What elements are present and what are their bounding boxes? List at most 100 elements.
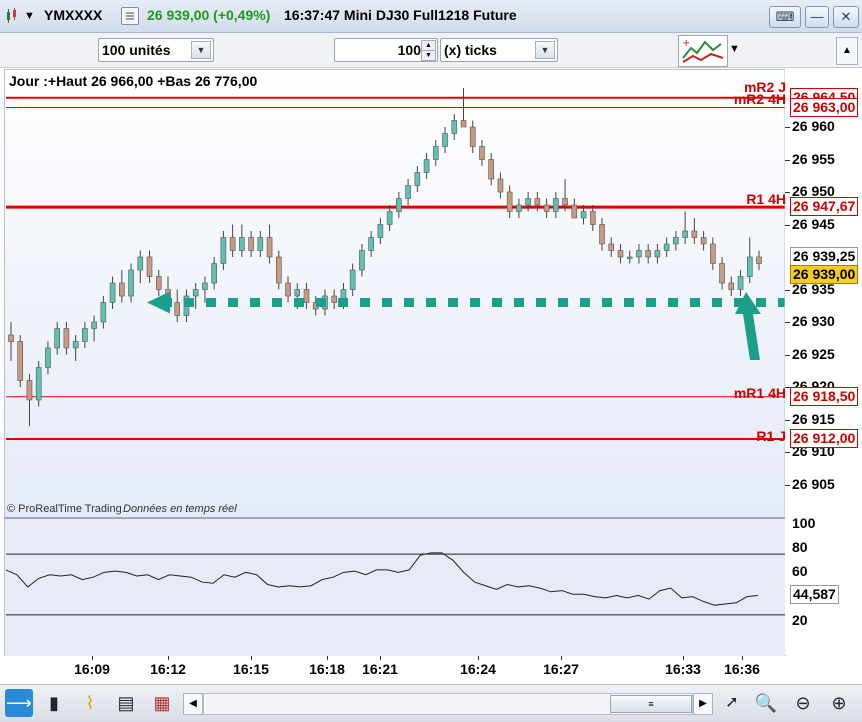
candle-body [451,120,458,134]
candle-body [432,146,439,160]
time-tick-label: 16:09 [74,661,110,677]
time-tick-mark [742,656,743,660]
candle-body [26,380,33,401]
time-axis[interactable]: 16:09 16:12 16:15 16:18 16:21 16:24 16:27 16:33… [0,656,862,684]
candle-body [553,198,559,212]
level-name-label: mR2 4H [733,91,786,107]
candle-body [608,243,615,251]
time-tick-mark [683,656,684,660]
candle-body [294,289,301,297]
time-tick-mark [478,656,479,660]
price-tick-mark [785,289,790,291]
candle-body [285,282,291,297]
table-icon[interactable]: ▦ [148,689,176,717]
level-name-label: R1 J [756,428,786,444]
level-value-box: 26 963,00 [790,97,859,117]
candle-body [303,289,310,303]
zoom-fit-icon[interactable]: 🔍 [752,689,780,717]
time-tick-label: 16:12 [150,661,186,677]
time-tick-mark [327,656,328,660]
level-value-box: 26 912,00 [790,429,859,448]
candle-body [506,191,513,212]
candle-body [119,282,125,297]
candle-body [45,347,51,368]
draw-tools-icon[interactable]: ⌇ [76,689,104,717]
candle-body [211,263,217,284]
candle-body [423,159,430,173]
zoom-range-icon[interactable]: ➚ [718,689,746,717]
candle-body [109,282,116,303]
time-tick-label: 16:27 [543,661,579,677]
candle-body [414,172,421,186]
scroll-right-icon[interactable]: ▶ [693,693,713,715]
candle-body [469,126,476,147]
candle-body [63,328,70,349]
time-tick-label: 16:36 [724,661,760,677]
candle-body [368,237,374,251]
candle-body [516,204,522,212]
candle-body [479,146,485,160]
candle-body [580,211,587,219]
zoom-in-icon[interactable]: ⊕ [825,689,853,717]
oscillator-tick-label: 80 [792,539,808,555]
oscillator-value-box: 44,587 [790,585,839,604]
candle-body [239,237,245,251]
candle-body [266,237,273,258]
candle-body [589,211,596,225]
candle-body [331,295,338,303]
scrollbar-thumb[interactable]: ≡ [610,695,692,713]
candle-body [673,237,679,245]
candle-body [700,237,707,245]
candle-body [35,367,42,401]
candle-body [719,263,725,284]
candle-body [534,198,541,206]
level-name-label: R1 4H [746,191,786,207]
candle-body [756,256,762,264]
candle-body [737,276,744,290]
candle-body [359,250,365,271]
candle-body [91,321,97,329]
candle-body [155,276,162,290]
candle-body [525,198,531,206]
level-value-box: 26 918,50 [790,386,859,406]
candle-body [682,230,688,238]
share-icon[interactable]: ⟶ [5,689,33,717]
candle-body [54,328,60,349]
candle-body [386,211,393,225]
last-price-box: 26 939,25 [790,247,859,266]
candle-body [396,198,402,212]
time-tick-label: 16:21 [362,661,398,677]
price-tick-mark [785,354,790,356]
candle-body [192,289,199,297]
current-price-box: 26 939,00 [790,265,859,284]
candle-body [691,230,698,238]
price-tick-mark [785,127,790,128]
candle-body [654,250,661,258]
candle-body [663,243,670,251]
order-book-icon[interactable]: ▤ [112,689,140,717]
scroll-left-icon[interactable]: ◀ [183,693,203,715]
zoom-out-icon[interactable]: ⊖ [789,689,817,717]
candle-body [82,328,88,342]
candle-body [349,269,356,290]
time-tick-label: 16:18 [309,661,345,677]
candle-body [8,334,14,342]
candle-body [599,224,605,245]
candle-body [543,204,550,212]
candle-body [617,250,624,258]
oscillator-panel[interactable] [4,517,786,658]
candle-body [636,250,642,258]
candle-body [442,133,448,147]
layout-icon[interactable]: ▮ [40,689,68,717]
candle-body [248,237,254,251]
candle-body [17,341,24,381]
price-tick-label: 26 930 [792,313,835,329]
candle-body [645,250,651,258]
price-tick-mark [785,159,790,161]
time-tick-mark [380,656,381,660]
candle-body [405,185,411,199]
time-tick-mark [251,656,252,660]
time-tick-label: 16:24 [460,661,496,677]
price-tick-label: 26 925 [792,345,835,362]
candle-body [220,237,227,264]
